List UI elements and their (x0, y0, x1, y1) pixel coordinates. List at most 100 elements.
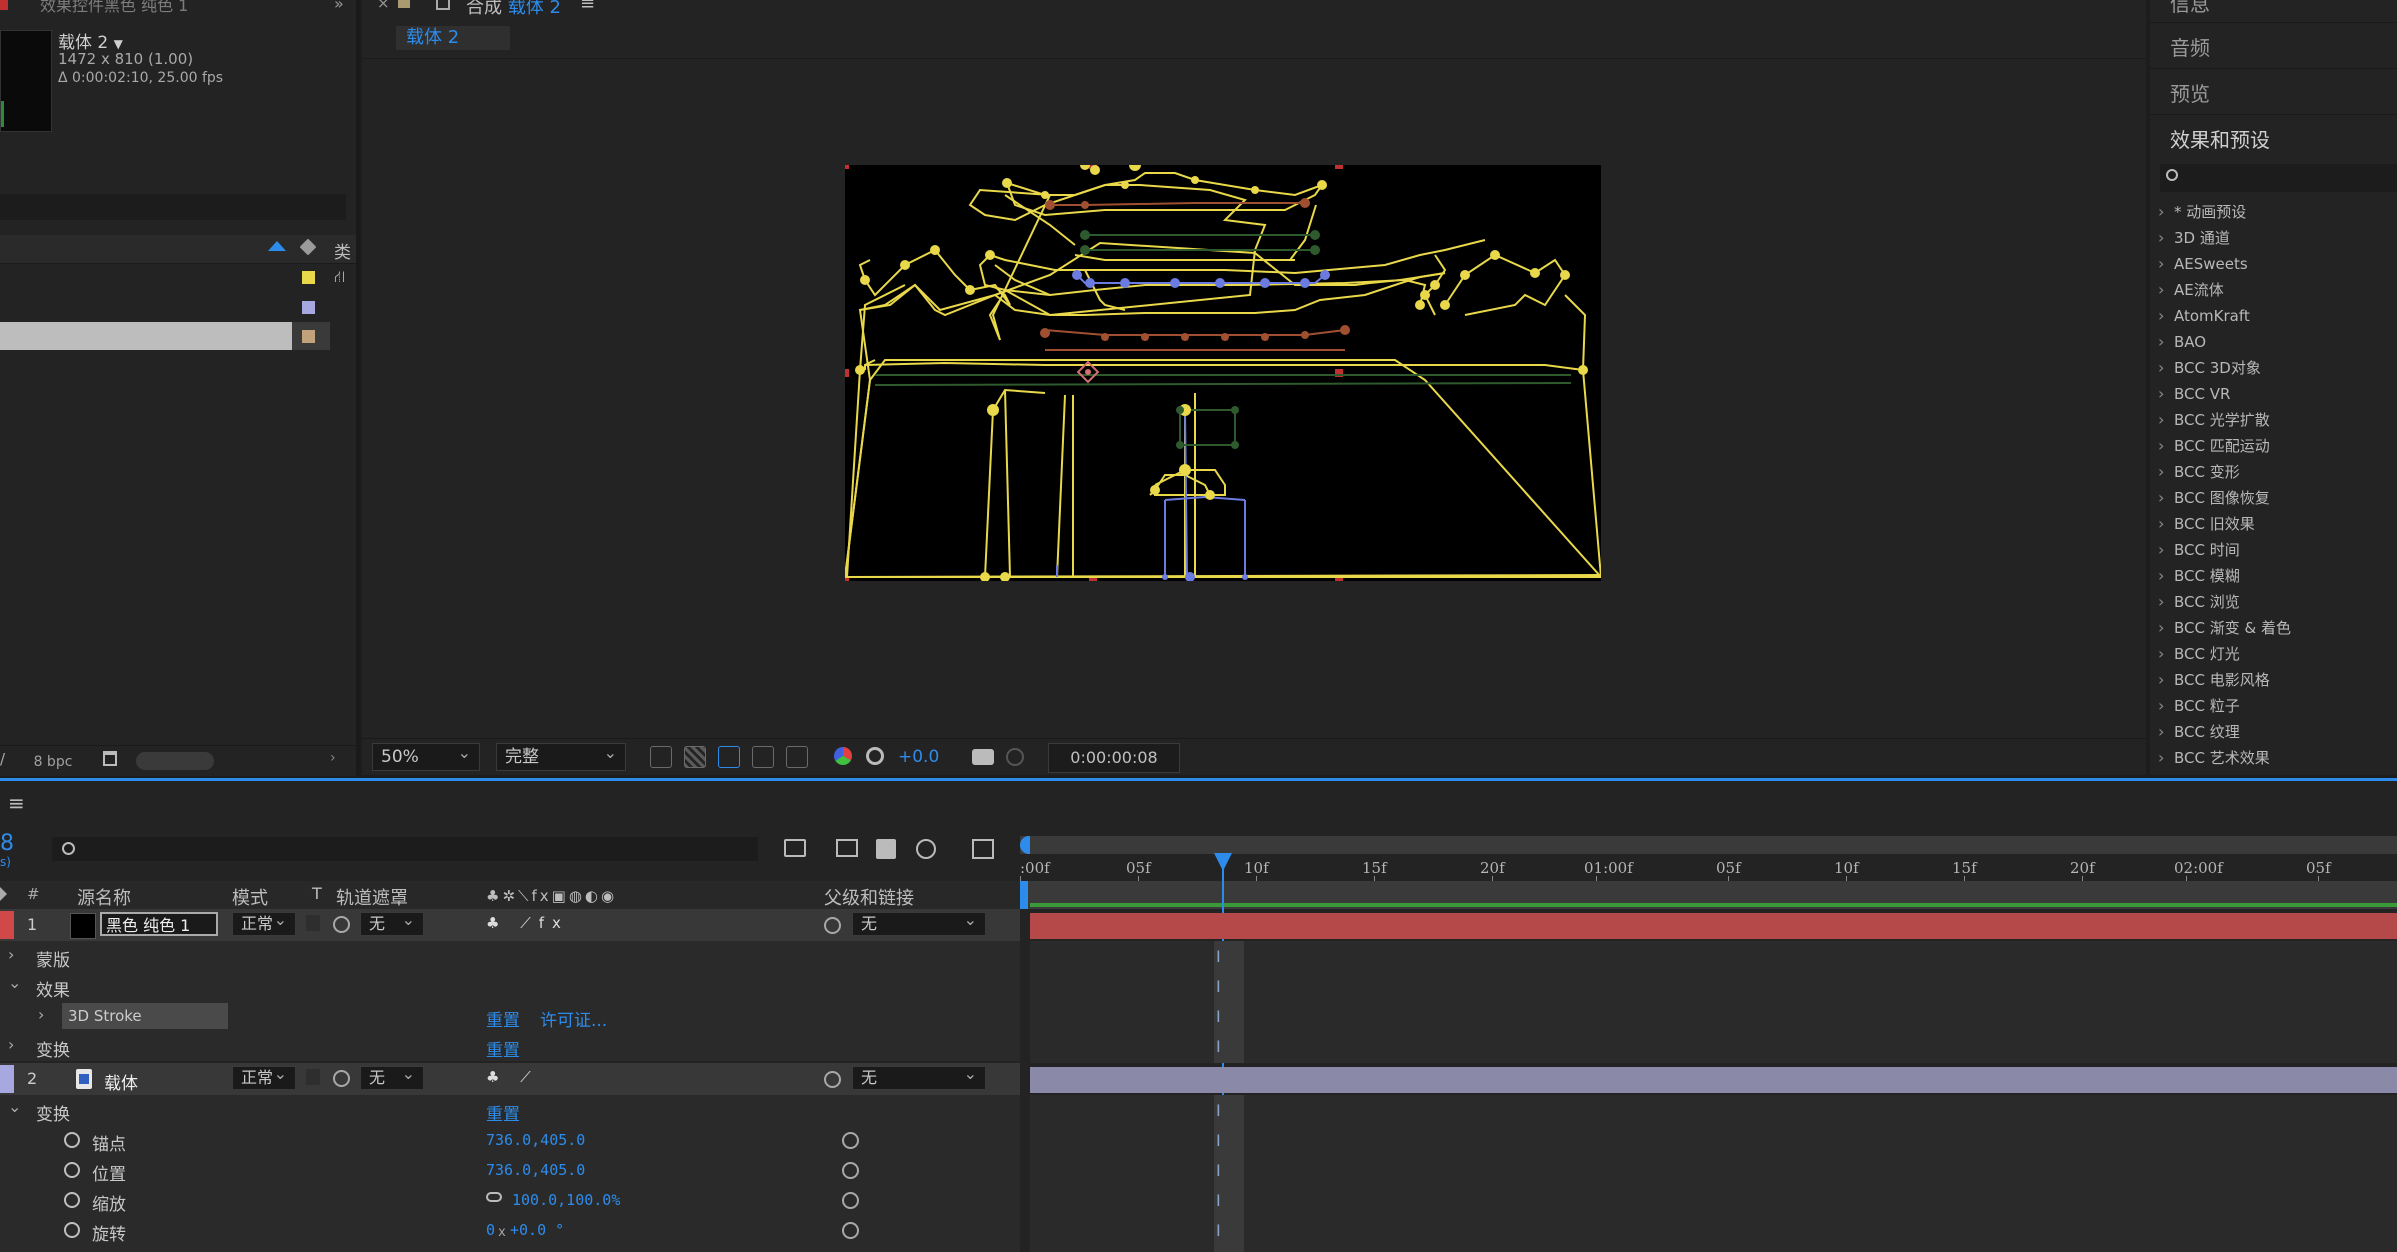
transparency-grid-icon[interactable] (684, 746, 706, 768)
frame-blending-icon[interactable] (876, 839, 896, 859)
label-tag-icon[interactable] (299, 238, 317, 256)
timeline-search-input[interactable] (52, 837, 758, 861)
comp-viewer[interactable] (845, 165, 1601, 581)
project-search-input[interactable] (0, 194, 346, 220)
zoom-dropdown[interactable]: 50% (372, 740, 480, 771)
license-link[interactable]: 许可证... (540, 1006, 607, 1031)
transform-reset-link[interactable]: 重置 (486, 1100, 520, 1125)
rotation-turns[interactable]: 0 (486, 1221, 495, 1239)
show-snapshot-icon[interactable] (1006, 748, 1024, 766)
navigator-start[interactable] (1020, 881, 1028, 909)
keyframe-indicator[interactable]: I (1216, 979, 1222, 995)
effect-category-item[interactable]: BCC 3D对象 (2150, 355, 2397, 381)
info-panel-tab[interactable]: 信息 (2170, 0, 2210, 17)
audio-panel-tab[interactable]: 音频 (2170, 32, 2210, 61)
col-mode[interactable]: 模式 (232, 884, 268, 910)
grid-guides-icon[interactable] (786, 746, 808, 768)
mask-visibility-icon[interactable] (718, 746, 740, 768)
col-t[interactable]: T (312, 884, 322, 903)
layer-name[interactable]: 载体 (104, 1069, 138, 1094)
project-item-row[interactable]: ⛙ (0, 263, 345, 293)
position-row[interactable]: 位置 736.0,405.0 (0, 1155, 1020, 1185)
effect-category-item[interactable]: BCC 模糊 (2150, 563, 2397, 589)
rotation-row[interactable]: 旋转 0 x +0.0 ° (0, 1215, 1020, 1252)
effect-reset-link[interactable]: 重置 (486, 1006, 520, 1031)
keyframe-indicator[interactable]: I (1216, 1163, 1222, 1179)
comp-subtab[interactable]: 载体 2 (396, 26, 510, 50)
stopwatch-icon[interactable] (64, 1132, 80, 1148)
timeline-menu-icon[interactable]: ≡ (8, 791, 25, 815)
camera-icon[interactable] (972, 749, 994, 765)
effect-category-item[interactable]: BCC 匹配运动 (2150, 433, 2397, 459)
sort-up-icon[interactable] (268, 241, 286, 251)
collapse-icon[interactable]: ⌄ (8, 1097, 21, 1116)
trash-icon[interactable] (103, 751, 117, 766)
scale-value[interactable]: 100.0,100.0% (512, 1191, 620, 1209)
effect-category-item[interactable]: 3D 通道 (2150, 225, 2397, 251)
keyframe-indicator[interactable]: I (1216, 1103, 1222, 1119)
preserve-transparency[interactable] (306, 1069, 320, 1085)
close-tab-icon[interactable]: × (377, 0, 390, 12)
expand-icon[interactable]: › (8, 945, 14, 964)
effect-category-item[interactable]: BCC 粒子 (2150, 693, 2397, 719)
exposure-reset-icon[interactable] (866, 747, 884, 765)
effect-category-item[interactable]: AtomKraft (2150, 303, 2397, 329)
effect-category-item[interactable]: BAO (2150, 329, 2397, 355)
effect-category-item[interactable]: * 动画预设 (2150, 199, 2397, 225)
keyframe-indicator[interactable]: I (1216, 949, 1222, 965)
layer-name-input[interactable]: 黑色 纯色 1 (100, 912, 218, 936)
effect-category-item[interactable]: AESweets (2150, 251, 2397, 277)
effect-category-item[interactable]: BCC 灯光 (2150, 641, 2397, 667)
effects-group-row[interactable]: ⌄ 效果 (0, 971, 1020, 1001)
pickwhip-icon[interactable] (333, 916, 350, 933)
parent-pickwhip-icon[interactable] (824, 1071, 841, 1088)
effect-category-item[interactable]: BCC 渐变 & 着色 (2150, 615, 2397, 641)
masks-group-row[interactable]: › 蒙版 (0, 941, 1020, 971)
region-of-interest-icon[interactable] (752, 746, 774, 768)
keyframe-indicator[interactable]: I (1216, 1223, 1222, 1239)
comp-tab-label[interactable]: 合成 载体 2 (466, 0, 561, 19)
collapse-icon[interactable] (0, 887, 7, 901)
col-source-name[interactable]: 源名称 (77, 884, 131, 910)
current-time-display[interactable]: 0:00:00:08 (1048, 743, 1180, 773)
effects-controls-tab[interactable]: 效果控件黑色 纯色 1 (40, 0, 188, 16)
effect-category-item[interactable]: BCC 图像恢复 (2150, 485, 2397, 511)
panel-arrows-icon[interactable]: › (330, 750, 336, 766)
expand-icon[interactable]: › (8, 1035, 14, 1054)
parent-pickwhip-icon[interactable] (824, 917, 841, 934)
anchor-point-row[interactable]: 锚点 736.0,405.0 (0, 1125, 1020, 1155)
expression-pickwhip-icon[interactable] (842, 1132, 859, 1149)
transform-reset-link[interactable]: 重置 (486, 1036, 520, 1061)
project-item-row[interactable] (0, 293, 330, 321)
pickwhip-icon[interactable] (333, 1070, 350, 1087)
bpc-toggle[interactable]: 8 bpc (28, 753, 78, 771)
layer-1-duration-bar[interactable] (1030, 913, 2397, 939)
effect-category-item[interactable]: BCC 光学扩散 (2150, 407, 2397, 433)
keyframe-indicator[interactable]: I (1216, 1009, 1222, 1025)
col-parent[interactable]: 父级和链接 (824, 884, 914, 910)
thumbnail-slider[interactable] (136, 752, 214, 770)
blend-mode-dropdown[interactable]: 正常 (232, 909, 296, 936)
effect-category-item[interactable]: BCC 浏览 (2150, 589, 2397, 615)
position-value[interactable]: 736.0,405.0 (486, 1161, 585, 1179)
expand-icon[interactable]: › (38, 1005, 44, 1024)
effect-category-item[interactable]: BCC VR (2150, 381, 2397, 407)
track-matte-dropdown[interactable]: 无 (360, 1063, 424, 1090)
shy-layers-icon[interactable] (836, 839, 858, 857)
layer-label-color[interactable] (0, 1065, 14, 1093)
effects-presets-tab[interactable]: 效果和预设 (2170, 124, 2270, 153)
graph-editor-icon[interactable] (972, 839, 994, 859)
effect-category-item[interactable]: BCC 艺术效果 (2150, 745, 2397, 771)
effect-category-item[interactable]: BCC 时间 (2150, 537, 2397, 563)
work-area-bar[interactable] (1020, 836, 2397, 854)
lock-icon[interactable] (398, 0, 410, 8)
fast-preview-icon[interactable] (650, 746, 672, 768)
transform-group-row-1[interactable]: › 变换 重置 (0, 1031, 1020, 1061)
layer-row-1[interactable]: 1 黑色 纯色 1 正常 无 ♣ ⟋fx 无 (0, 909, 1020, 941)
composition-flowchart-icon[interactable] (784, 839, 806, 857)
resolution-dropdown[interactable]: 完整 (496, 740, 626, 771)
expression-pickwhip-icon[interactable] (842, 1222, 859, 1239)
exposure-value[interactable]: +0.0 (898, 747, 939, 767)
layer-row-2[interactable]: 2 载体 正常 无 ♣ ⟋ 无 (0, 1063, 1020, 1095)
keyframe-indicator[interactable]: I (1216, 1039, 1222, 1055)
